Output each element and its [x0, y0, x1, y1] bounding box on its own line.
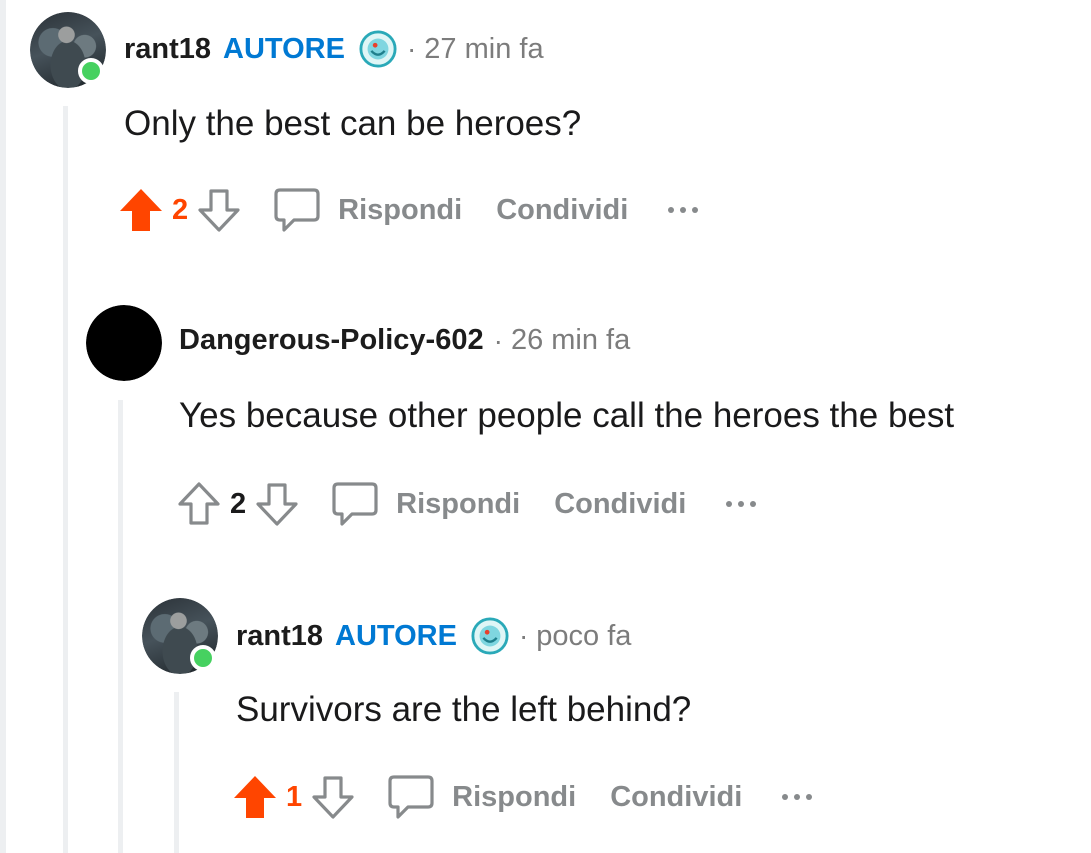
- online-status-indicator: [190, 645, 216, 671]
- share-button[interactable]: Condividi: [554, 488, 686, 521]
- comment-bubble-icon[interactable]: [328, 478, 380, 530]
- share-button[interactable]: Condividi: [610, 781, 742, 814]
- comment-body: Survivors are the left behind?: [236, 690, 692, 729]
- more-dots-icon[interactable]: [668, 207, 699, 213]
- more-dots-icon[interactable]: [782, 794, 813, 800]
- comment-bubble-icon[interactable]: [384, 771, 436, 823]
- thread-line-level-1[interactable]: [63, 106, 68, 853]
- username[interactable]: Dangerous-Policy-602: [179, 324, 484, 357]
- meta-separator: ·: [518, 620, 529, 651]
- action-bar: 1 Rispondi Condividi: [230, 771, 813, 823]
- share-button[interactable]: Condividi: [496, 194, 628, 227]
- comment-body: Only the best can be heroes?: [124, 104, 582, 143]
- comment-meta: rant18 AUTORE · 27 min fa: [124, 30, 544, 68]
- username[interactable]: rant18: [124, 33, 211, 66]
- username[interactable]: rant18: [236, 620, 323, 653]
- vote-score: 1: [286, 780, 303, 813]
- avatar[interactable]: [86, 305, 162, 381]
- flair-emoji-icon: [359, 30, 397, 68]
- timestamp[interactable]: 27 min fa: [424, 33, 543, 66]
- comment-meta: rant18 AUTORE · poco fa: [236, 617, 631, 655]
- thread-line-level-2[interactable]: [118, 400, 123, 853]
- more-dots-icon[interactable]: [726, 501, 757, 507]
- comment-bubble-icon[interactable]: [270, 184, 322, 236]
- upvote-outline-icon[interactable]: [174, 479, 224, 529]
- reply-button[interactable]: Rispondi: [396, 488, 520, 521]
- flair-emoji-icon: [471, 617, 509, 655]
- comment-meta: Dangerous-Policy-602 · 26 min fa: [179, 324, 630, 357]
- avatar-image: [86, 305, 162, 381]
- action-bar: 2 Rispondi Condividi: [174, 478, 757, 530]
- timestamp[interactable]: poco fa: [536, 620, 631, 653]
- comment-body: Yes because other people call the heroes…: [179, 396, 955, 435]
- meta-separator: ·: [493, 324, 503, 356]
- upvote-filled-icon[interactable]: [116, 185, 166, 235]
- upvote-filled-icon[interactable]: [230, 772, 280, 822]
- downvote-outline-icon[interactable]: [252, 479, 302, 529]
- timestamp[interactable]: 26 min fa: [511, 324, 630, 357]
- downvote-outline-icon[interactable]: [194, 185, 244, 235]
- vote-score: 2: [230, 487, 247, 520]
- op-badge: AUTORE: [335, 619, 457, 652]
- reply-button[interactable]: Rispondi: [452, 781, 576, 814]
- reply-button[interactable]: Rispondi: [338, 194, 462, 227]
- thread-line-level-0[interactable]: [0, 0, 6, 853]
- action-bar: 2 Rispondi Condividi: [116, 184, 699, 236]
- online-status-indicator: [78, 58, 104, 84]
- downvote-outline-icon[interactable]: [308, 772, 358, 822]
- vote-score: 2: [172, 193, 189, 226]
- op-badge: AUTORE: [223, 32, 345, 65]
- thread-line-level-3[interactable]: [174, 692, 179, 853]
- meta-separator: ·: [406, 33, 417, 64]
